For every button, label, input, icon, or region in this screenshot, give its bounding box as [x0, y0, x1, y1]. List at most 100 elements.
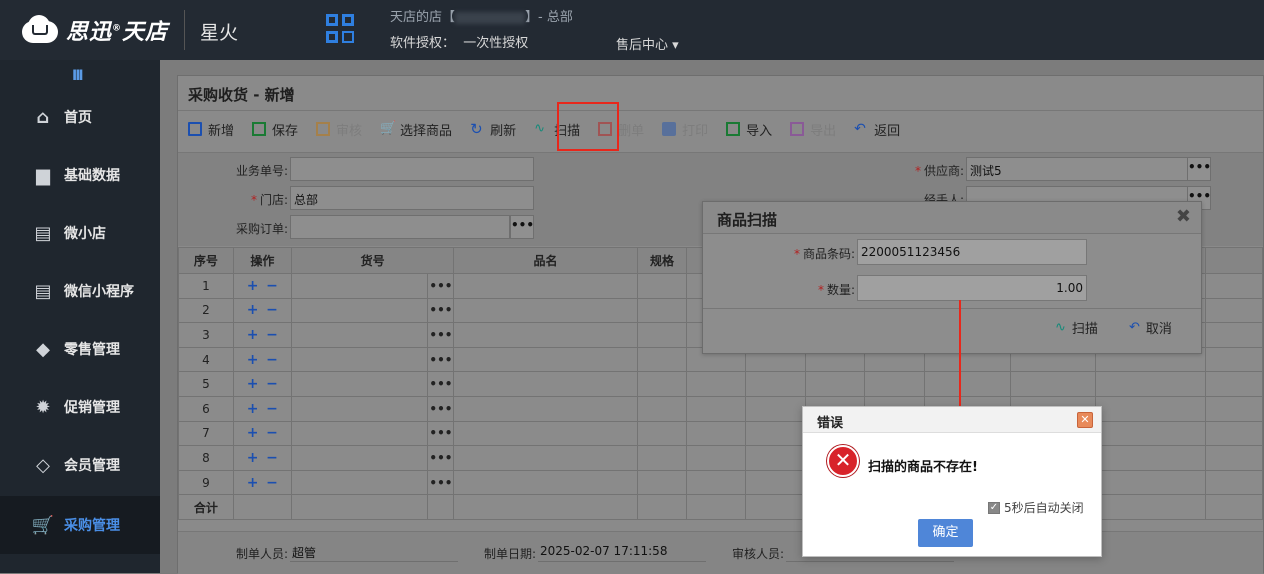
grid-cell[interactable]: [453, 420, 638, 447]
sidebar-item-promotion[interactable]: ✹ 促销管理: [0, 378, 160, 436]
grid-cell[interactable]: [636, 297, 688, 324]
grid-cell[interactable]: [453, 322, 638, 348]
add-row-icon[interactable]: +: [247, 352, 259, 368]
grid-cell[interactable]: [453, 395, 638, 422]
grid-cell[interactable]: [1204, 395, 1264, 422]
item-no-cell[interactable]: [290, 420, 429, 447]
grid-cell[interactable]: [1204, 469, 1264, 496]
auto-close-checkbox[interactable]: ✓ 5秒后自动关闭: [988, 499, 1084, 516]
grid-cell[interactable]: [1095, 445, 1206, 471]
grid-cell[interactable]: [745, 420, 807, 447]
ok-button[interactable]: 确定: [918, 519, 973, 547]
grid-cell[interactable]: [636, 469, 688, 496]
grid-cell[interactable]: [1204, 346, 1264, 373]
grid-cell[interactable]: [686, 445, 747, 471]
grid-cell[interactable]: [1095, 469, 1206, 496]
grid-cell[interactable]: [636, 273, 688, 299]
grid-cell[interactable]: [745, 371, 807, 397]
grid-cell[interactable]: [636, 420, 688, 447]
export-button[interactable]: 导出: [790, 120, 836, 139]
grid-cell[interactable]: [453, 346, 638, 373]
grid-cell[interactable]: [636, 346, 688, 373]
item-lookup-button[interactable]: •••: [427, 420, 455, 447]
item-lookup-button[interactable]: •••: [427, 322, 455, 348]
grid-cell[interactable]: [453, 469, 638, 496]
grid-cell[interactable]: [1095, 371, 1206, 397]
grid-cell[interactable]: [636, 371, 688, 397]
remove-row-icon[interactable]: −: [266, 327, 278, 343]
refresh-button[interactable]: ↻ 刷新: [470, 120, 516, 139]
sidebar-item-retail[interactable]: ◆ 零售管理: [0, 320, 160, 378]
item-lookup-button[interactable]: •••: [427, 395, 455, 422]
grid-cell[interactable]: [636, 445, 688, 471]
item-no-cell[interactable]: [290, 346, 429, 373]
item-no-cell[interactable]: [290, 297, 429, 324]
item-no-cell[interactable]: [290, 371, 429, 397]
sidebar-item-purchase[interactable]: 🛒 采购管理: [0, 496, 160, 554]
collapse-menu-icon[interactable]: III: [72, 68, 84, 84]
add-row-icon[interactable]: +: [247, 401, 259, 417]
sidebar-item-member[interactable]: ◇ 会员管理: [0, 436, 160, 494]
select-goods-button[interactable]: 🛒 选择商品: [380, 120, 452, 139]
add-row-icon[interactable]: +: [247, 376, 259, 392]
remove-row-icon[interactable]: −: [266, 425, 278, 441]
item-lookup-button[interactable]: •••: [427, 273, 455, 299]
barcode-input[interactable]: 2200051123456: [857, 239, 1087, 265]
dialog-scan-button[interactable]: ∿ 扫描: [1055, 318, 1098, 337]
add-row-icon[interactable]: +: [247, 475, 259, 491]
add-row-icon[interactable]: +: [247, 327, 259, 343]
po-lookup-button[interactable]: •••: [510, 215, 534, 239]
add-row-icon[interactable]: +: [247, 278, 259, 294]
remove-row-icon[interactable]: −: [266, 302, 278, 318]
grid-cell[interactable]: [686, 420, 747, 447]
item-no-cell[interactable]: [290, 322, 429, 348]
grid-cell[interactable]: [453, 297, 638, 324]
grid-cell[interactable]: [636, 322, 688, 348]
remove-row-icon[interactable]: −: [266, 475, 278, 491]
grid-cell[interactable]: [1010, 371, 1097, 397]
grid-cell[interactable]: [1095, 395, 1206, 422]
supplier-lookup-button[interactable]: •••: [1187, 157, 1211, 181]
dialog-cancel-button[interactable]: ↶ 取消: [1129, 318, 1172, 337]
grid-cell[interactable]: [864, 371, 926, 397]
grid-cell[interactable]: [745, 395, 807, 422]
add-row-icon[interactable]: +: [247, 450, 259, 466]
item-lookup-button[interactable]: •••: [427, 346, 455, 373]
store-field[interactable]: 总部: [290, 186, 534, 210]
grid-cell[interactable]: [1204, 297, 1264, 324]
grid-cell[interactable]: [1095, 420, 1206, 447]
sidebar-item-basic-data[interactable]: ▆ 基础数据: [0, 146, 160, 204]
item-lookup-button[interactable]: •••: [427, 297, 455, 324]
add-row-icon[interactable]: +: [247, 425, 259, 441]
grid-cell[interactable]: [1204, 420, 1264, 447]
grid-cell[interactable]: [805, 371, 866, 397]
remove-row-icon[interactable]: −: [266, 352, 278, 368]
grid-cell[interactable]: [1204, 445, 1264, 471]
sidebar-item-home[interactable]: ⌂ 首页: [0, 88, 160, 146]
remove-row-icon[interactable]: −: [266, 401, 278, 417]
grid-cell[interactable]: [1204, 273, 1264, 299]
qty-input[interactable]: 1.00: [857, 275, 1087, 301]
grid-cell[interactable]: [453, 371, 638, 397]
item-lookup-button[interactable]: •••: [427, 371, 455, 397]
close-icon[interactable]: ✖: [1176, 206, 1191, 227]
grid-cell[interactable]: [636, 395, 688, 422]
grid-cell[interactable]: [745, 445, 807, 471]
remove-row-icon[interactable]: −: [266, 376, 278, 392]
item-lookup-button[interactable]: •••: [427, 445, 455, 471]
remove-row-icon[interactable]: −: [266, 278, 278, 294]
back-button[interactable]: ↶ 返回: [854, 120, 900, 139]
order-no-field[interactable]: [290, 157, 534, 181]
remove-row-icon[interactable]: −: [266, 450, 278, 466]
qr-code-icon[interactable]: [326, 14, 354, 44]
grid-cell[interactable]: [453, 445, 638, 471]
save-button[interactable]: 保存: [252, 120, 298, 139]
grid-cell[interactable]: [1204, 371, 1264, 397]
add-row-icon[interactable]: +: [247, 302, 259, 318]
grid-cell[interactable]: [924, 371, 1012, 397]
sidebar-item-micro-shop[interactable]: ▤ 微小店: [0, 204, 160, 262]
po-field[interactable]: [290, 215, 510, 239]
item-no-cell[interactable]: [290, 395, 429, 422]
item-no-cell[interactable]: [290, 445, 429, 471]
grid-cell[interactable]: [686, 371, 747, 397]
